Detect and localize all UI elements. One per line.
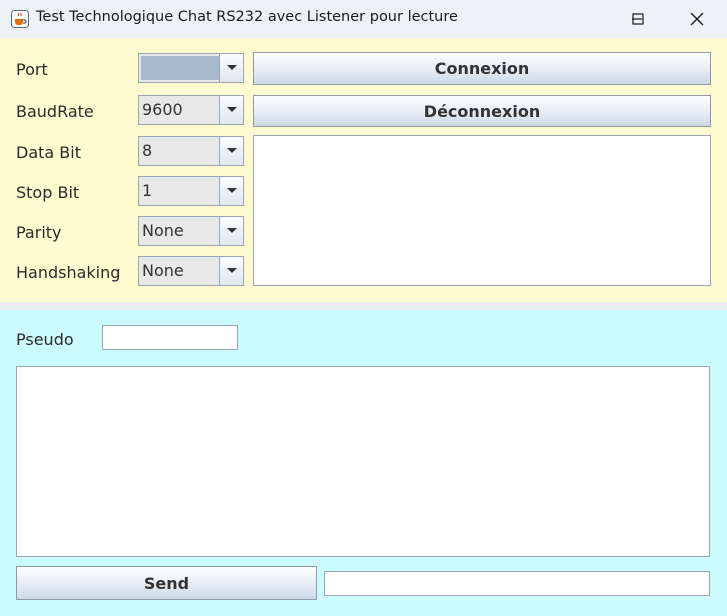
handshaking-combobox[interactable]: None bbox=[138, 256, 244, 286]
handshaking-label: Handshaking bbox=[16, 263, 121, 282]
close-icon bbox=[690, 12, 704, 26]
serial-settings-panel: Port BaudRate 9600 Data Bit 8 Stop Bit 1 bbox=[0, 38, 727, 302]
window-title: Test Technologique Chat RS232 avec Liste… bbox=[36, 9, 458, 25]
chevron-down-icon bbox=[226, 188, 237, 193]
connect-button[interactable]: Connexion bbox=[253, 52, 711, 85]
stopbit-dropdown-button[interactable] bbox=[219, 177, 243, 205]
close-button[interactable] bbox=[674, 0, 720, 38]
databit-combobox[interactable]: 8 bbox=[138, 136, 244, 166]
baudrate-combobox[interactable]: 9600 bbox=[138, 95, 244, 125]
java-cup-icon bbox=[11, 10, 29, 28]
chevron-down-icon bbox=[226, 148, 237, 153]
stopbit-combobox[interactable]: 1 bbox=[138, 176, 244, 206]
stopbit-label: Stop Bit bbox=[16, 183, 80, 202]
databit-value: 8 bbox=[142, 141, 153, 160]
baudrate-dropdown-button[interactable] bbox=[219, 96, 243, 124]
port-combobox[interactable] bbox=[138, 53, 244, 83]
port-dropdown-button[interactable] bbox=[219, 54, 243, 82]
chevron-down-icon bbox=[226, 107, 237, 112]
databit-dropdown-button[interactable] bbox=[219, 137, 243, 165]
send-button[interactable]: Send bbox=[16, 566, 317, 600]
baudrate-label: BaudRate bbox=[16, 102, 94, 121]
panel-separator bbox=[0, 302, 727, 310]
pseudo-label: Pseudo bbox=[16, 330, 74, 349]
disconnect-button[interactable]: Déconnexion bbox=[253, 95, 711, 127]
port-selection bbox=[141, 56, 219, 80]
chat-panel: Pseudo Send bbox=[0, 310, 727, 616]
pseudo-input[interactable] bbox=[102, 325, 238, 350]
databit-label: Data Bit bbox=[16, 143, 81, 162]
baudrate-value: 9600 bbox=[142, 100, 183, 119]
port-label: Port bbox=[16, 60, 48, 79]
title-bar: Test Technologique Chat RS232 avec Liste… bbox=[0, 0, 727, 38]
chevron-down-icon bbox=[226, 65, 237, 70]
handshaking-value: None bbox=[142, 261, 184, 280]
parity-dropdown-button[interactable] bbox=[219, 217, 243, 245]
handshaking-dropdown-button[interactable] bbox=[219, 257, 243, 285]
stopbit-value: 1 bbox=[142, 181, 153, 200]
chat-messages-textarea[interactable] bbox=[16, 366, 710, 557]
parity-combobox[interactable]: None bbox=[138, 216, 244, 246]
maximize-icon bbox=[632, 13, 644, 25]
maximize-button[interactable] bbox=[615, 0, 661, 38]
app-window: Test Technologique Chat RS232 avec Liste… bbox=[0, 0, 727, 616]
parity-label: Parity bbox=[16, 223, 62, 242]
message-input[interactable] bbox=[324, 571, 710, 596]
status-textarea[interactable] bbox=[253, 135, 711, 286]
parity-value: None bbox=[142, 221, 184, 240]
chevron-down-icon bbox=[226, 268, 237, 273]
chevron-down-icon bbox=[226, 228, 237, 233]
